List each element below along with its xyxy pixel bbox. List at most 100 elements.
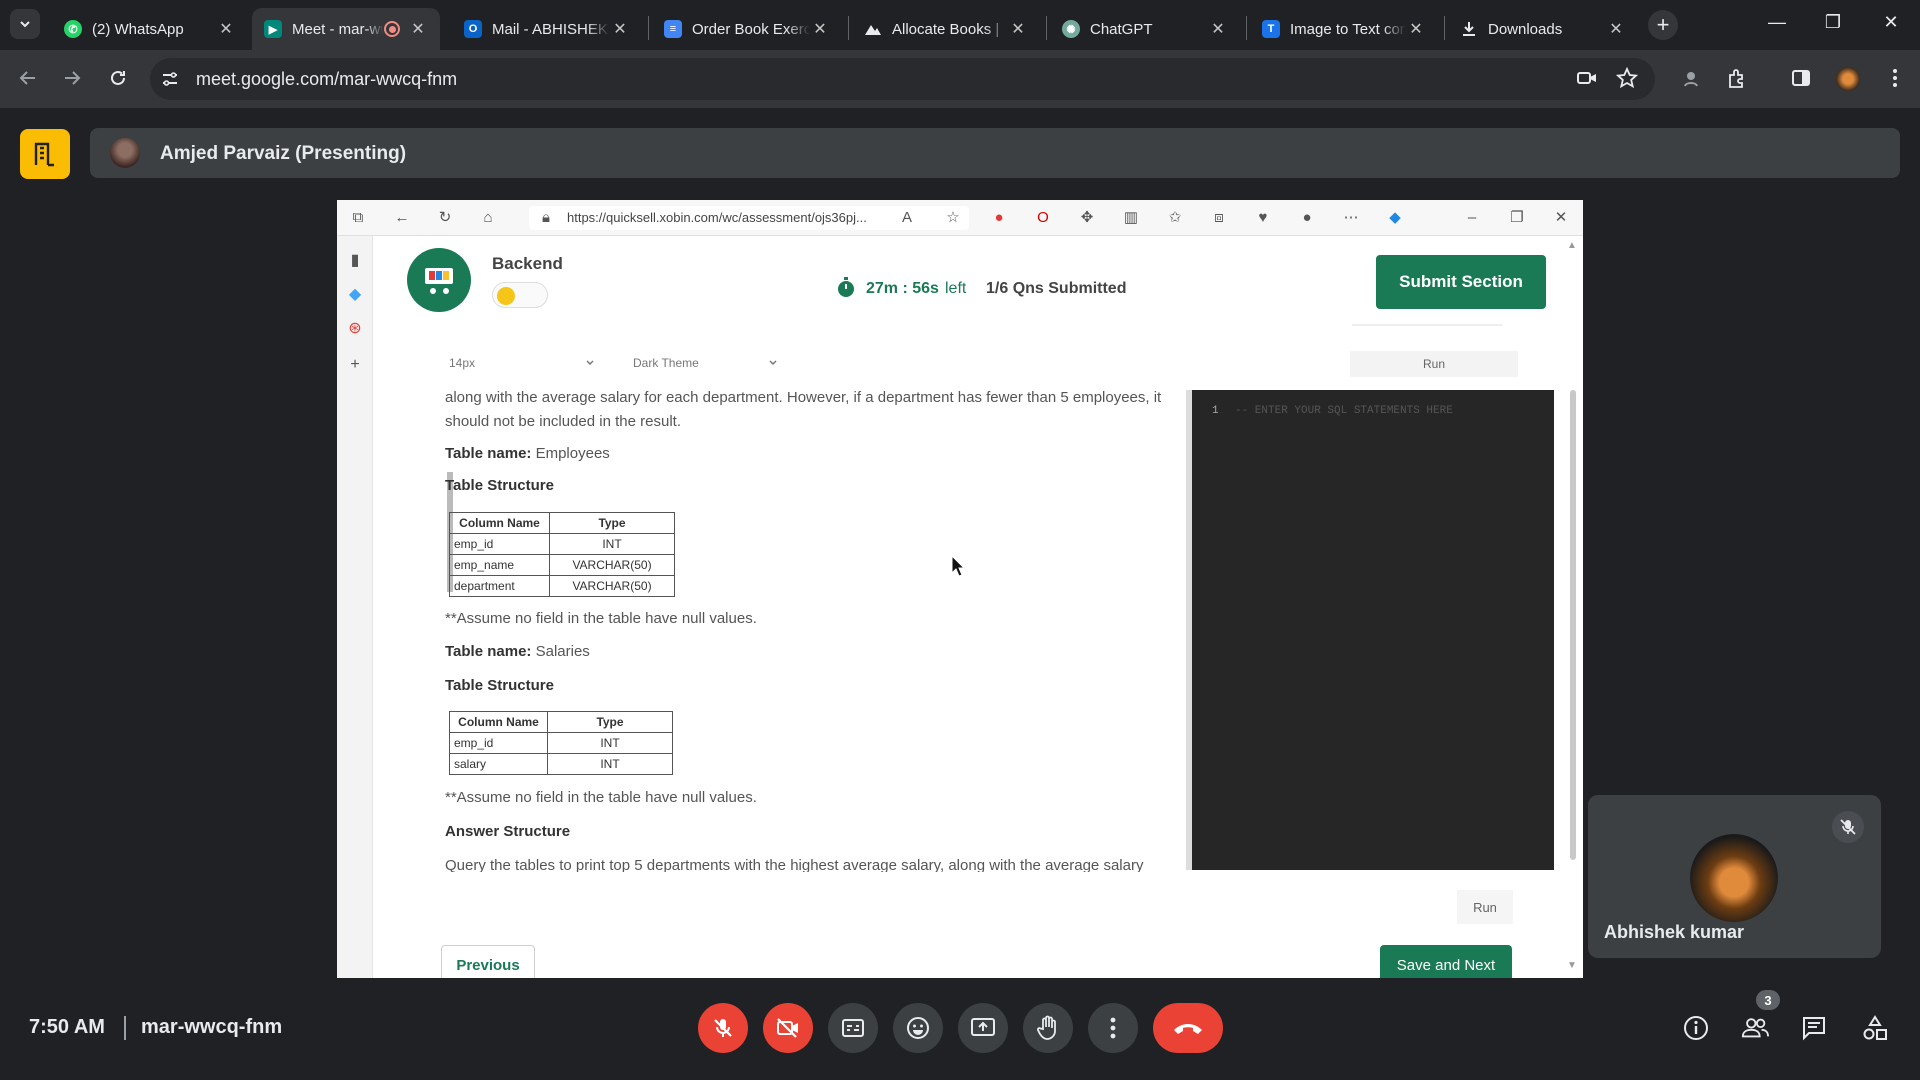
captions-button[interactable] bbox=[828, 1003, 878, 1053]
google-lens-icon[interactable] bbox=[1680, 67, 1702, 89]
theme-toggle bbox=[492, 282, 548, 308]
reload-icon[interactable] bbox=[107, 67, 129, 89]
table-header-row: Column Name Type bbox=[449, 512, 675, 534]
tab-label: Mail - ABHISHEK KUMAR bbox=[492, 20, 610, 38]
close-icon[interactable]: ✕ bbox=[1406, 19, 1426, 39]
extensions-icon[interactable] bbox=[1726, 67, 1748, 89]
whatsapp-icon: ✆ bbox=[64, 20, 82, 38]
scroll-up-arrow-icon: ▲ bbox=[1567, 240, 1577, 251]
people-icon bbox=[1741, 1018, 1769, 1038]
tab-image-to-text[interactable]: T Image to Text converter ✕ bbox=[1250, 8, 1438, 50]
tab-label: ChatGPT bbox=[1090, 20, 1153, 38]
collections-icon: ⧈ bbox=[1214, 209, 1224, 226]
minimize-button[interactable]: — bbox=[1754, 12, 1800, 33]
tab-label: Meet - mar-wwcq-fnm bbox=[292, 20, 384, 38]
close-icon[interactable]: ✕ bbox=[216, 19, 236, 39]
mouse-cursor-icon bbox=[951, 555, 965, 577]
tab-downloads[interactable]: Downloads ✕ bbox=[1448, 8, 1638, 50]
close-icon[interactable]: ✕ bbox=[810, 19, 830, 39]
activities-button[interactable] bbox=[1861, 1014, 1889, 1042]
window-close-button[interactable]: ✕ bbox=[1868, 12, 1914, 33]
chat-button[interactable] bbox=[1800, 1014, 1828, 1042]
answer-structure-heading: Answer Structure bbox=[445, 823, 571, 840]
bookmark-star-icon[interactable] bbox=[1616, 67, 1638, 89]
tab-allocate-books[interactable]: Allocate Books | ✕ bbox=[852, 8, 1040, 50]
leave-call-button[interactable] bbox=[1153, 1003, 1223, 1053]
muted-indicator bbox=[1832, 811, 1864, 843]
tab-mail[interactable]: O Mail - ABHISHEK KUMAR ✕ bbox=[452, 8, 642, 50]
null-note: **Assume no field in the table have null… bbox=[445, 610, 757, 627]
close-icon[interactable]: ✕ bbox=[1008, 19, 1028, 39]
new-tab-button[interactable]: + bbox=[1648, 10, 1678, 40]
run-button: Run bbox=[1457, 890, 1513, 924]
table-cell: INT bbox=[547, 753, 673, 775]
reactions-button[interactable] bbox=[893, 1003, 943, 1053]
tab-strip: ✆ (2) WhatsApp ✕ ▶ Meet - mar-wwcq-fnm ✕… bbox=[0, 0, 1920, 50]
page-scrollbar bbox=[1570, 390, 1576, 860]
tab-label: Order Book Exercise bbox=[692, 20, 810, 38]
submit-section-button: Submit Section bbox=[1376, 255, 1546, 309]
close-icon[interactable]: ✕ bbox=[1606, 19, 1626, 39]
browser-essentials-icon: ♥ bbox=[1258, 209, 1268, 226]
profile-icon: ● bbox=[1302, 209, 1312, 226]
minimize-icon: – bbox=[1467, 209, 1477, 226]
more-menu-icon[interactable] bbox=[1884, 67, 1906, 89]
divider bbox=[124, 1016, 126, 1040]
back-arrow-icon[interactable] bbox=[17, 67, 39, 89]
table-cell: VARCHAR(50) bbox=[549, 554, 675, 576]
null-note: **Assume no field in the table have null… bbox=[445, 789, 757, 806]
font-size-select: 14px bbox=[449, 356, 476, 370]
table-row: emp_id INT bbox=[449, 732, 673, 754]
more-options-button[interactable] bbox=[1088, 1003, 1138, 1053]
profile-avatar[interactable] bbox=[1836, 67, 1860, 91]
close-icon[interactable]: ✕ bbox=[610, 19, 630, 39]
building-icon bbox=[34, 142, 54, 167]
tab-order-book[interactable]: ≡ Order Book Exercise ✕ bbox=[652, 8, 842, 50]
camera-icon[interactable] bbox=[1576, 67, 1598, 89]
chevron-down-icon bbox=[586, 360, 594, 366]
clock: 7:50 AM bbox=[29, 1016, 105, 1038]
tab-separator bbox=[1444, 16, 1445, 40]
site-settings-icon[interactable] bbox=[160, 69, 180, 89]
raise-hand-button[interactable] bbox=[1023, 1003, 1073, 1053]
microphone-toggle-button[interactable] bbox=[698, 1003, 748, 1053]
close-icon[interactable]: ✕ bbox=[1208, 19, 1228, 39]
tab-chatgpt[interactable]: ✺ ChatGPT ✕ bbox=[1050, 8, 1240, 50]
restore-icon: ❐ bbox=[1510, 209, 1524, 226]
info-icon bbox=[1684, 1016, 1708, 1040]
camera-toggle-button[interactable] bbox=[763, 1003, 813, 1053]
tab-separator bbox=[648, 16, 649, 40]
address-url[interactable]: meet.google.com/mar-wwcq-fnm bbox=[196, 69, 457, 90]
section-title: Backend bbox=[492, 254, 563, 273]
table-row: emp_name VARCHAR(50) bbox=[449, 554, 675, 576]
restore-button[interactable]: ❐ bbox=[1810, 12, 1856, 33]
submission-count: 1/6 Qns Submitted bbox=[986, 280, 1127, 297]
table-name-label: Table name: bbox=[445, 643, 532, 660]
captions-icon bbox=[842, 1019, 864, 1037]
favorites-icon: ✩ bbox=[1168, 209, 1182, 226]
close-icon[interactable]: ✕ bbox=[408, 19, 428, 39]
side-panel-icon[interactable] bbox=[1790, 67, 1812, 89]
tab-search-button[interactable] bbox=[10, 9, 40, 39]
people-button[interactable] bbox=[1741, 1014, 1769, 1042]
forward-arrow-icon[interactable] bbox=[61, 67, 83, 89]
back-arrow-icon: ← bbox=[394, 209, 410, 226]
meeting-details-button[interactable] bbox=[1682, 1014, 1710, 1042]
meet-activities-logo[interactable] bbox=[20, 129, 70, 179]
tab-separator bbox=[848, 16, 849, 40]
table-structure-heading: Table Structure bbox=[445, 677, 554, 694]
tab-whatsapp[interactable]: ✆ (2) WhatsApp ✕ bbox=[52, 8, 248, 50]
mic-off-icon bbox=[1840, 819, 1856, 835]
tab-separator bbox=[1046, 16, 1047, 40]
tab-label: Allocate Books | bbox=[892, 20, 1000, 38]
table-name-salaries: Table name: Salaries bbox=[445, 640, 590, 664]
more-vert-icon bbox=[1110, 1017, 1116, 1039]
split-screen-icon: ▥ bbox=[1123, 209, 1139, 226]
present-screen-button[interactable] bbox=[958, 1003, 1008, 1053]
present-screen-icon bbox=[971, 1018, 995, 1036]
table-cell: INT bbox=[547, 732, 673, 754]
tab-meet[interactable]: ▶ Meet - mar-wwcq-fnm ✕ bbox=[252, 8, 440, 50]
table-cell: department bbox=[449, 575, 550, 597]
table-cell: emp_id bbox=[449, 732, 548, 754]
chevron-down-icon bbox=[20, 21, 30, 28]
